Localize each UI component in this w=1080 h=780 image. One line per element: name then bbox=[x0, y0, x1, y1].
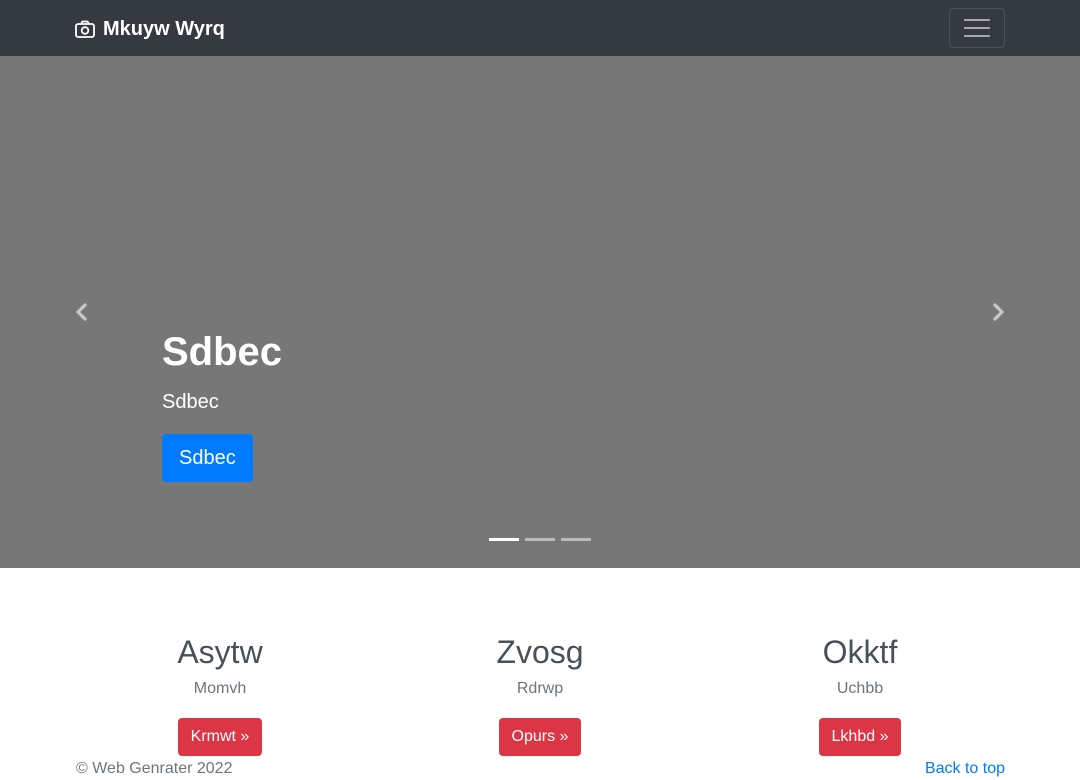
marketing-column: Zvosg Rdrwp Opurs » bbox=[380, 630, 700, 760]
navbar: Mkuyw Wyrq bbox=[0, 0, 1080, 56]
marketing-columns: Asytw Momvh Krmwt » Zvosg Rdrwp Opurs » … bbox=[60, 630, 1020, 760]
column-button[interactable]: Opurs » bbox=[498, 718, 582, 756]
marketing-column: Okktf Uchbb Lkhbd » bbox=[700, 630, 1020, 760]
carousel-indicators bbox=[489, 538, 591, 541]
carousel-indicator-2[interactable] bbox=[525, 538, 555, 541]
hamburger-icon bbox=[964, 19, 990, 37]
chevron-right-icon bbox=[992, 302, 1005, 322]
footer-copyright: © Web Genrater 2022 bbox=[76, 760, 233, 777]
column-text: Momvh bbox=[193, 680, 247, 697]
carousel-next-button[interactable] bbox=[988, 300, 1008, 324]
column-text: Uchbb bbox=[836, 680, 884, 697]
navbar-toggler-button[interactable] bbox=[949, 8, 1005, 48]
brand-name: Mkuyw Wyrq bbox=[103, 17, 225, 40]
column-button[interactable]: Krmwt » bbox=[177, 718, 263, 756]
marketing-column: Asytw Momvh Krmwt » bbox=[60, 630, 380, 760]
carousel-cta-button[interactable]: Sdbec bbox=[162, 434, 253, 482]
hero-carousel: Sdbec Sdbec Sdbec bbox=[0, 56, 1080, 568]
column-button[interactable]: Lkhbd » bbox=[818, 718, 902, 756]
carousel-prev-button[interactable] bbox=[72, 300, 92, 324]
carousel-indicator-1[interactable] bbox=[489, 538, 519, 541]
camera-icon bbox=[75, 20, 95, 38]
column-heading: Asytw bbox=[177, 634, 263, 670]
carousel-title: Sdbec bbox=[162, 330, 283, 374]
column-text: Rdrwp bbox=[516, 680, 564, 697]
brand-link[interactable]: Mkuyw Wyrq bbox=[75, 16, 225, 42]
carousel-caption: Sdbec Sdbec Sdbec bbox=[162, 328, 922, 482]
column-heading: Okktf bbox=[822, 634, 898, 670]
column-heading: Zvosg bbox=[496, 634, 584, 670]
carousel-indicator-3[interactable] bbox=[561, 538, 591, 541]
back-to-top-link[interactable]: Back to top bbox=[925, 759, 1005, 779]
chevron-left-icon bbox=[75, 302, 88, 322]
carousel-text: Sdbec bbox=[162, 391, 219, 413]
